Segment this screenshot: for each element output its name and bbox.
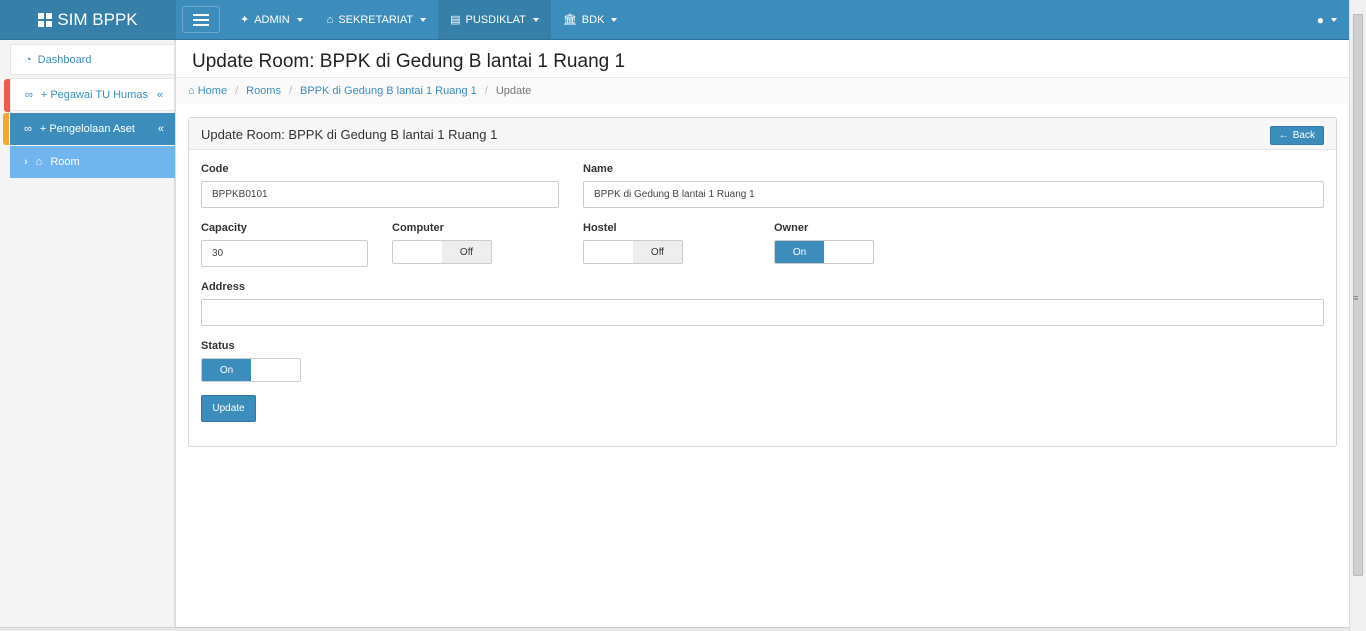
collapse-arrow-icon: « [156,88,163,101]
toggle-blank [251,359,300,381]
hostel-toggle[interactable]: Off [583,240,683,264]
owner-toggle[interactable]: On [774,240,874,264]
breadcrumb-separator: / [484,85,488,97]
sidebar-item-pengelolaan-aset[interactable]: ∞ + Pengelolaan Aset « [3,113,175,145]
breadcrumb-item[interactable]: BPPK di Gedung B lantai 1 Ruang 1 [300,85,477,97]
breadcrumb-current: Update [495,85,532,97]
caret-down-icon [532,17,539,22]
vertical-scrollbar[interactable]: ≡ [1349,0,1366,631]
breadcrumb-home-label: Home [197,85,228,97]
name-input[interactable] [583,181,1324,208]
nav-item-sekretariat[interactable]: ⌂ SEKRETARIAT [315,0,438,39]
update-button[interactable]: Update [201,395,256,422]
code-input[interactable] [201,181,559,208]
address-label: Address [201,281,246,293]
main-nav: ✦ ADMIN ⌂ SEKRETARIAT ▤ PUSDIKLAT 🏛 BDK [228,0,629,39]
caret-down-icon [420,17,427,22]
breadcrumb-rooms[interactable]: Rooms [246,85,281,97]
status-label: Status [201,340,235,352]
back-button-label: Back [1292,130,1315,141]
nav-item-label: BDK [581,13,605,26]
sidebar-item-pegawai-tu-humas[interactable]: ∞ + Pegawai TU Humas « [4,78,175,112]
caret-down-icon [296,17,303,22]
toggle-blank [824,241,873,263]
sidebar-item-room[interactable]: › ⌂ Room [10,146,175,178]
toggle-on-label: On [775,241,824,263]
nav-item-bdk[interactable]: 🏛 BDK [551,0,630,39]
page-title: Update Room: BPPK di Gedung B lantai 1 R… [192,51,626,72]
nav-item-pusdiklat[interactable]: ▤ PUSDIKLAT [438,0,551,39]
breadcrumb-separator: / [235,85,239,97]
address-input[interactable] [201,299,1324,326]
status-toggle[interactable]: On [201,358,301,382]
collapse-arrow-icon: « [157,123,164,135]
breadcrumb-separator: / [288,85,293,97]
institution-icon: 🏛 [562,14,577,26]
code-label: Code [201,163,229,175]
nav-item-admin[interactable]: ✦ ADMIN [228,0,315,39]
computer-label: Computer [392,222,444,234]
breadcrumb-home[interactable]: ⌂ Home [188,85,227,97]
grid-icon [38,12,53,27]
user-menu[interactable]: ● [1317,0,1337,39]
sidebar-item-label: Room [50,156,80,168]
arrow-left-icon: ← [1278,130,1289,141]
hostel-label: Hostel [583,222,617,234]
sidebar: ◔ Dashboard ∞ + Pegawai TU Humas « ∞ + P… [0,40,176,628]
bottom-edge [0,627,1349,631]
home-icon: ⌂ [188,85,195,97]
sidebar-item-label: + Pegawai TU Humas [40,88,148,101]
book-icon: ▤ [450,14,461,26]
back-button[interactable]: ← Back [1269,126,1324,145]
capacity-label: Capacity [201,222,247,234]
nav-item-label: SEKRETARIAT [338,13,414,26]
box-header: Update Room: BPPK di Gedung B lantai 1 R… [189,118,1336,150]
sidebar-item-dashboard[interactable]: ◔ Dashboard [10,44,175,75]
owner-label: Owner [774,222,809,234]
scroll-grip-icon: ≡ [1353,293,1359,303]
capacity-input[interactable] [201,240,368,267]
box-title: Update Room: BPPK di Gedung B lantai 1 R… [201,127,498,142]
caret-down-icon [1331,17,1337,22]
page-header: Update Room: BPPK di Gedung B lantai 1 R… [176,40,1349,78]
dashboard-icon: ◔ [25,53,32,66]
sidebar-item-label: Dashboard [37,53,92,66]
brand-logo[interactable]: SIM BPPK [0,0,176,39]
user-icon: ● [1316,12,1324,27]
sidebar-item-label: + Pengelolaan Aset [39,123,135,135]
android-icon: ✦ [240,14,250,26]
computer-toggle[interactable]: Off [392,240,492,264]
name-label: Name [583,163,613,175]
toggle-on-label: On [202,359,251,381]
toggle-off-label: Off [633,241,682,263]
toggle-blank [584,241,633,263]
link-icon: ∞ [24,123,32,135]
home-icon: ⌂ [326,13,334,26]
link-icon: ∞ [25,88,33,101]
top-navbar: SIM BPPK ✦ ADMIN ⌂ SEKRETARIAT ▤ PUSDIKL… [0,0,1349,40]
toggle-off-label: Off [442,241,491,263]
caret-down-icon [611,17,618,22]
breadcrumb: ⌂ Home / Rooms / BPPK di Gedung B lantai… [176,78,1349,104]
form-box: Update Room: BPPK di Gedung B lantai 1 R… [188,117,1337,447]
nav-item-label: PUSDIKLAT [465,13,526,26]
brand-title: SIM BPPK [57,9,138,29]
bed-icon: ⌂ [35,156,43,168]
nav-item-label: ADMIN [254,13,290,26]
toggle-blank [393,241,442,263]
chevron-right-icon: › [24,156,28,168]
sidebar-toggle-button[interactable] [182,6,220,33]
